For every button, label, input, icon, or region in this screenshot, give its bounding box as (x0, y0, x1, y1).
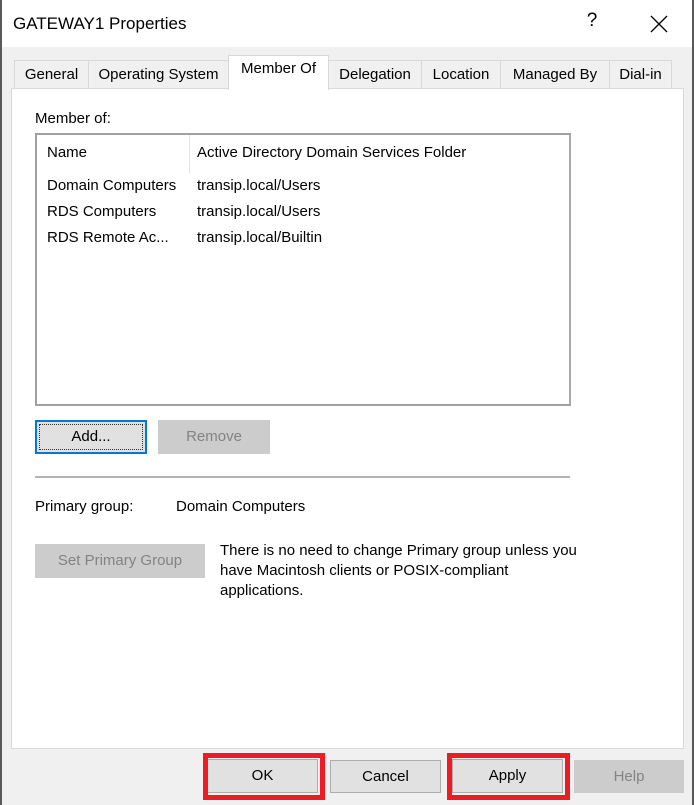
group-name: RDS Remote Ac... (47, 229, 169, 246)
list-item[interactable]: RDS Remote Ac... transip.local/Builtin (37, 225, 569, 251)
tab-operating-system[interactable]: Operating System (88, 60, 229, 89)
list-item[interactable]: RDS Computers transip.local/Users (37, 199, 569, 225)
list-header: Name Active Directory Domain Services Fo… (37, 135, 569, 173)
group-name: Domain Computers (47, 177, 177, 194)
help-icon[interactable]: ? (580, 10, 604, 36)
add-button[interactable]: Add... (35, 420, 147, 454)
member-of-panel: Member of: Name Active Directory Domain … (11, 88, 684, 749)
primary-group-label: Primary group: (35, 498, 134, 515)
column-divider[interactable] (189, 135, 190, 173)
tab-strip: General Operating System Member Of Deleg… (2, 55, 692, 90)
primary-group-value: Domain Computers (176, 498, 306, 515)
help-button[interactable]: Help (574, 760, 684, 793)
list-item[interactable]: Domain Computers transip.local/Users (37, 173, 569, 199)
remove-button[interactable]: Remove (158, 420, 270, 454)
cancel-button[interactable]: Cancel (330, 760, 441, 793)
set-primary-group-button[interactable]: Set Primary Group (35, 544, 205, 578)
group-folder: transip.local/Users (197, 177, 321, 194)
column-header-name[interactable]: Name (47, 144, 87, 161)
column-header-folder[interactable]: Active Directory Domain Services Folder (197, 144, 466, 161)
close-icon[interactable] (647, 12, 671, 36)
ok-highlight-box (203, 753, 325, 800)
group-folder: transip.local/Users (197, 203, 321, 220)
member-of-list[interactable]: Name Active Directory Domain Services Fo… (35, 133, 571, 406)
window-title: GATEWAY1 Properties (13, 14, 187, 33)
apply-highlight-box (447, 753, 570, 800)
tab-general[interactable]: General (14, 60, 89, 89)
tab-location[interactable]: Location (421, 60, 501, 89)
tab-dial-in[interactable]: Dial-in (609, 60, 672, 89)
properties-dialog: GATEWAY1 Properties ? General Operating … (0, 0, 694, 805)
tab-managed-by[interactable]: Managed By (500, 60, 610, 89)
member-of-label: Member of: (35, 110, 111, 127)
tab-delegation[interactable]: Delegation (328, 60, 422, 89)
primary-group-note: There is no need to change Primary group… (220, 542, 577, 599)
title-bar: GATEWAY1 Properties ? (2, 0, 692, 47)
group-folder: transip.local/Builtin (197, 229, 323, 246)
tab-member-of[interactable]: Member Of (228, 55, 329, 90)
group-name: RDS Computers (47, 203, 157, 220)
separator (35, 476, 570, 478)
add-button-label: Add... (71, 428, 111, 445)
